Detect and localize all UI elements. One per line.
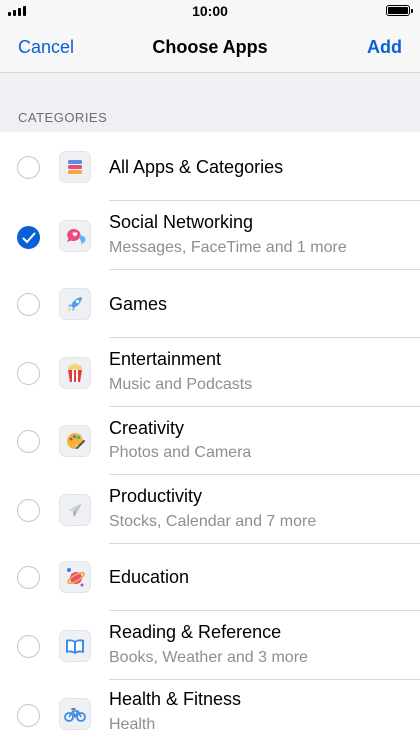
category-subtitle: Stocks, Calendar and 7 more [109, 513, 317, 530]
category-title: Health & Fitness [109, 689, 242, 709]
rocket-icon [59, 288, 91, 320]
category-row-games[interactable]: Games [0, 270, 420, 338]
category-title: Entertainment [109, 349, 222, 369]
paper-plane-icon [59, 494, 91, 526]
section-header: CATEGORIES [18, 110, 108, 125]
radio-button[interactable] [17, 635, 40, 658]
radio-button[interactable] [17, 566, 40, 589]
category-row-entertainment[interactable]: Entertainment Music and Podcasts [0, 338, 420, 407]
book-icon [59, 630, 91, 662]
category-row-education[interactable]: Education [0, 544, 420, 611]
radio-button[interactable] [17, 704, 40, 727]
category-title: Social Networking [109, 212, 254, 232]
add-button[interactable]: Add [367, 37, 402, 58]
popcorn-icon [59, 357, 91, 389]
category-row-reading-reference[interactable]: Reading & Reference Books, Weather and 3… [0, 611, 420, 680]
category-subtitle: Books, Weather and 3 more [109, 649, 308, 666]
category-title: Games [109, 294, 168, 314]
category-subtitle: Messages, FaceTime and 1 more [109, 239, 347, 256]
planet-icon [59, 561, 91, 593]
battery-icon [386, 5, 413, 16]
category-row-all-apps[interactable]: All Apps & Categories [0, 133, 420, 201]
category-subtitle: Health [109, 716, 156, 733]
radio-button[interactable] [17, 156, 40, 179]
category-title: Productivity [109, 486, 203, 506]
radio-button[interactable] [17, 499, 40, 522]
category-row-social-networking[interactable]: Social Networking Messages, FaceTime and… [0, 201, 420, 270]
chat-bubbles-icon [59, 220, 91, 252]
navigation-bar: Cancel Choose Apps Add [0, 22, 420, 73]
status-bar: 10:00 [0, 0, 420, 22]
category-title: Education [109, 567, 190, 587]
checkmark-icon [22, 232, 36, 243]
category-title: All Apps & Categories [109, 157, 284, 177]
stack-icon [59, 151, 91, 183]
palette-icon [59, 425, 91, 457]
category-subtitle: Photos and Camera [109, 444, 252, 461]
category-title: Reading & Reference [109, 622, 282, 642]
status-time: 10:00 [192, 3, 228, 19]
category-subtitle: Music and Podcasts [109, 376, 253, 393]
category-row-productivity[interactable]: Productivity Stocks, Calendar and 7 more [0, 475, 420, 544]
radio-button[interactable] [17, 362, 40, 385]
page-title: Choose Apps [152, 37, 268, 57]
radio-button-checked[interactable] [17, 226, 40, 249]
category-row-health-fitness[interactable]: Health & Fitness Health [0, 680, 420, 747]
radio-button[interactable] [17, 430, 40, 453]
category-title: Creativity [109, 418, 185, 438]
radio-button[interactable] [17, 293, 40, 316]
category-row-creativity[interactable]: Creativity Photos and Camera [0, 407, 420, 475]
bicycle-icon [59, 698, 91, 730]
